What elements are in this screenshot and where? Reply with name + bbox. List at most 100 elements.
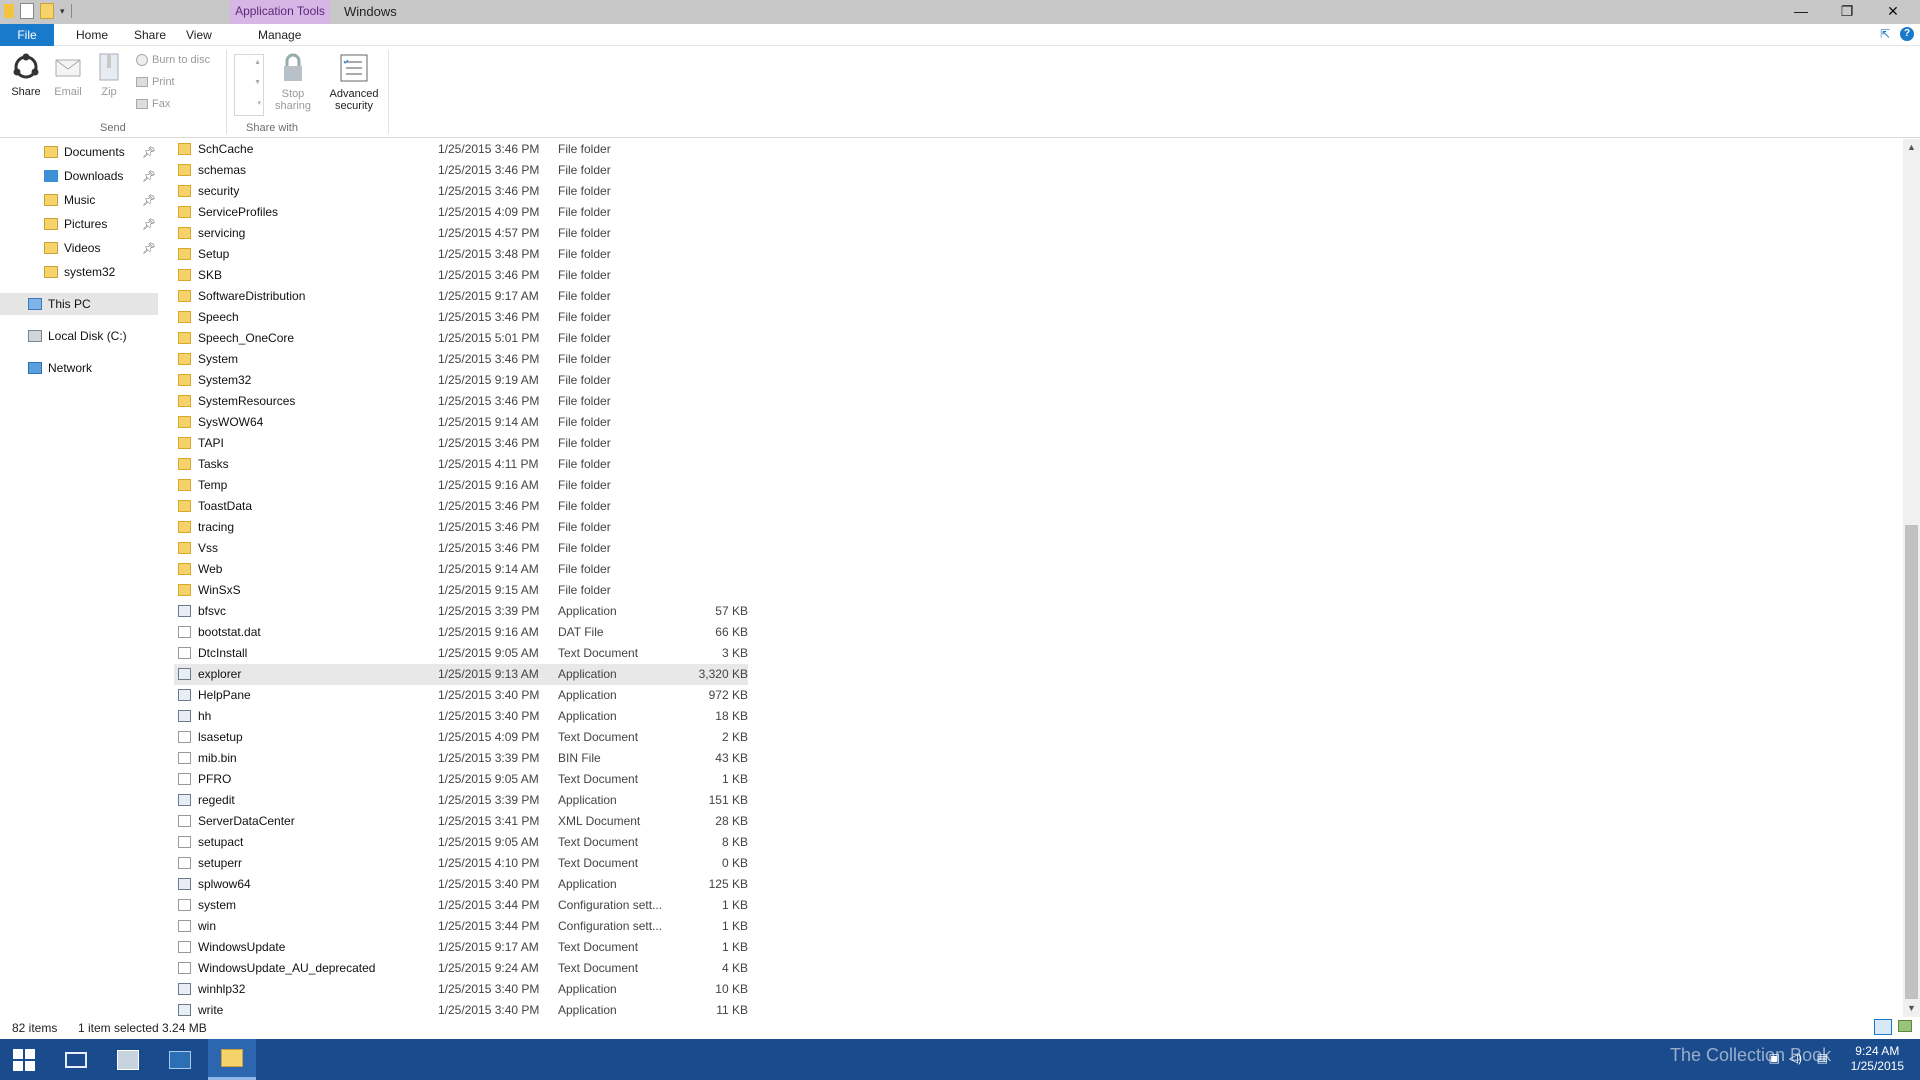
task-view-button[interactable] [52,1039,100,1080]
fax-button[interactable]: Fax [136,98,170,110]
network-tray-icon[interactable]: ▣ [1769,1051,1780,1065]
file-row[interactable]: SKB 1/25/2015 3:46 PM File folder [174,265,748,286]
minimize-ribbon-icon[interactable]: ⇱ [1880,27,1890,41]
nav-item-videos[interactable]: Videos 📌︎ [0,237,158,259]
file-row[interactable]: SysWOW64 1/25/2015 9:14 AM File folder [174,412,748,433]
file-row[interactable]: splwow64 1/25/2015 3:40 PM Application 125 … [174,874,748,895]
zip-button[interactable]: Zip [94,52,124,98]
file-row[interactable]: lsasetup 1/25/2015 4:09 PM Text Document 2 … [174,727,748,748]
file-row[interactable]: Temp 1/25/2015 9:16 AM File folder [174,475,748,496]
file-row[interactable]: PFRO 1/25/2015 9:05 AM Text Document 1 KB [174,769,748,790]
minimize-button[interactable]: — [1778,0,1824,24]
pin-icon[interactable]: 📌︎ [142,218,156,231]
file-row[interactable]: Speech_OneCore 1/25/2015 5:01 PM File fold… [174,328,748,349]
pin-icon[interactable]: 📌︎ [142,146,156,159]
file-row[interactable]: System 1/25/2015 3:46 PM File folder [174,349,748,370]
pin-icon[interactable]: 📌︎ [142,170,156,183]
volume-icon[interactable]: ◁) [1789,1051,1802,1065]
nav-item-local-disk[interactable]: Local Disk (C:) [0,325,158,347]
file-row[interactable]: ToastData 1/25/2015 3:46 PM File folder [174,496,748,517]
file-row[interactable]: WindowsUpdate_AU_deprecated 1/25/2015 9:2… [174,958,748,979]
file-type: Text Document [558,835,639,849]
file-row[interactable]: setupact 1/25/2015 9:05 AM Text Document 8 … [174,832,748,853]
burn-to-disc-button[interactable]: Burn to disc [136,54,210,66]
email-button[interactable]: Email [50,52,86,98]
print-button[interactable]: Print [136,76,175,88]
file-row[interactable]: System32 1/25/2015 9:19 AM File folder [174,370,748,391]
tab-file[interactable]: File [0,24,54,46]
file-row[interactable]: SoftwareDistribution 1/25/2015 9:17 AM Fil… [174,286,748,307]
file-size: 57 KB [715,604,748,618]
file-row[interactable]: DtcInstall 1/25/2015 9:05 AM Text Document… [174,643,748,664]
new-folder-icon[interactable] [40,3,54,19]
tab-home[interactable]: Home [66,24,118,46]
share-icon [13,53,39,79]
nav-item-pictures[interactable]: Pictures 📌︎ [0,213,158,235]
tab-manage[interactable]: Manage [248,24,311,46]
restore-button[interactable]: ❐ [1824,0,1870,24]
file-row[interactable]: servicing 1/25/2015 4:57 PM File folder [174,223,748,244]
stop-sharing-button[interactable]: Stop sharing [272,52,314,112]
file-row[interactable]: WinSxS 1/25/2015 9:15 AM File folder [174,580,748,601]
tab-share[interactable]: Share [124,24,176,46]
customize-qat-chevron-icon[interactable]: ▾ [60,6,65,17]
file-row[interactable]: security 1/25/2015 3:46 PM File folder [174,181,748,202]
file-row[interactable]: winhlp32 1/25/2015 3:40 PM Application 10 K… [174,979,748,1000]
file-row[interactable]: hh 1/25/2015 3:40 PM Application 18 KB [174,706,748,727]
scroll-up-arrow-icon[interactable]: ▲ [254,59,261,66]
help-icon[interactable]: ? [1900,27,1914,41]
action-center-icon[interactable]: ▤ [1817,1051,1828,1065]
file-row[interactable]: bfsvc 1/25/2015 3:39 PM Application 57 KB [174,601,748,622]
share-button[interactable]: Share [6,52,46,98]
nav-item-system32[interactable]: system32 [0,261,158,283]
server-manager-button[interactable] [104,1039,152,1080]
file-row[interactable]: Web 1/25/2015 9:14 AM File folder [174,559,748,580]
file-row[interactable]: schemas 1/25/2015 3:46 PM File folder [174,160,748,181]
file-row[interactable]: TAPI 1/25/2015 3:46 PM File folder [174,433,748,454]
file-row[interactable]: explorer 1/25/2015 9:13 AM Application 3,32… [174,664,748,685]
scrollbar-thumb[interactable] [1905,525,1918,999]
scroll-up-arrow-icon[interactable]: ▲ [1903,139,1920,156]
file-row[interactable]: Vss 1/25/2015 3:46 PM File folder [174,538,748,559]
scroll-down-arrow-icon[interactable]: ▼ [254,79,261,86]
nav-item-documents[interactable]: Documents 📌︎ [0,141,158,163]
file-row[interactable]: tracing 1/25/2015 3:46 PM File folder [174,517,748,538]
close-button[interactable]: ✕ [1870,0,1916,24]
file-row[interactable]: ServerDataCenter 1/25/2015 3:41 PM XML Doc… [174,811,748,832]
scroll-down-arrow-icon[interactable]: ▼ [1903,1000,1920,1017]
file-row[interactable]: ServiceProfiles 1/25/2015 4:09 PM File fol… [174,202,748,223]
start-button[interactable] [0,1039,48,1080]
share-with-list[interactable]: ▲ ▼ ▾ [234,54,264,116]
nav-item-downloads[interactable]: Downloads 📌︎ [0,165,158,187]
file-row[interactable]: mib.bin 1/25/2015 3:39 PM BIN File 43 KB [174,748,748,769]
clock[interactable]: 9:24 AM 1/25/2015 [1851,1044,1904,1074]
pin-icon[interactable]: 📌︎ [142,194,156,207]
pin-icon[interactable]: 📌︎ [142,242,156,255]
details-view-icon[interactable] [1874,1019,1892,1035]
nav-item-this-pc[interactable]: This PC [0,293,158,315]
file-row[interactable]: SystemResources 1/25/2015 3:46 PM File fol… [174,391,748,412]
file-row[interactable]: Speech 1/25/2015 3:46 PM File folder [174,307,748,328]
expand-list-icon[interactable]: ▾ [257,99,261,107]
properties-icon[interactable] [20,3,34,19]
advanced-security-button[interactable]: Advanced security [326,52,382,112]
nav-item-network[interactable]: Network [0,357,158,379]
file-row[interactable]: setuperr 1/25/2015 4:10 PM Text Document 0 … [174,853,748,874]
file-row[interactable]: system 1/25/2015 3:44 PM Configuration set… [174,895,748,916]
file-name: tracing [198,520,235,534]
file-row[interactable]: Tasks 1/25/2015 4:11 PM File folder [174,454,748,475]
status-bar: 82 items 1 item selected 3.24 MB [0,1017,1920,1039]
file-row[interactable]: regedit 1/25/2015 3:39 PM Application 151 K… [174,790,748,811]
vertical-scrollbar[interactable]: ▲ ▼ [1903,139,1920,1017]
file-row[interactable]: HelpPane 1/25/2015 3:40 PM Application 972 … [174,685,748,706]
tab-view[interactable]: View [176,24,222,46]
nav-item-music[interactable]: Music 📌︎ [0,189,158,211]
file-row[interactable]: Setup 1/25/2015 3:48 PM File folder [174,244,748,265]
file-row[interactable]: bootstat.dat 1/25/2015 9:16 AM DAT File 66 … [174,622,748,643]
large-icons-view-icon[interactable] [1898,1020,1912,1032]
file-row[interactable]: WindowsUpdate 1/25/2015 9:17 AM Text Docum… [174,937,748,958]
powershell-button[interactable] [156,1039,204,1080]
file-row[interactable]: win 1/25/2015 3:44 PM Configuration sett..… [174,916,748,937]
file-row[interactable]: SchCache 1/25/2015 3:46 PM File folder [174,139,748,160]
file-explorer-taskbar-button[interactable] [208,1039,256,1080]
